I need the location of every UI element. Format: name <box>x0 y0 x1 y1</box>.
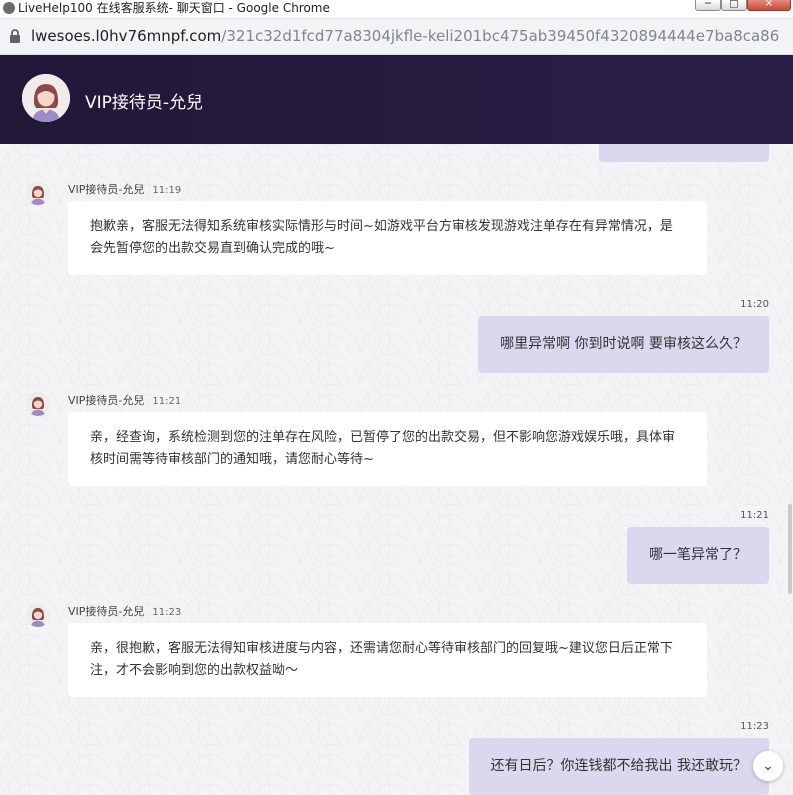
agent-avatar <box>26 603 50 627</box>
avatar-icon <box>22 74 70 122</box>
previous-user-bubble <box>599 144 769 162</box>
chevron-down-icon: ⌄ <box>762 758 774 774</box>
scrollbar[interactable] <box>787 144 793 795</box>
user-message-bubble: 哪里异常啊 你到时说啊 要审核这么久？ <box>478 316 769 373</box>
message-time: 11:21 <box>152 396 182 407</box>
sender-name: VIP接待员-允兒 <box>68 394 145 407</box>
message-time: 11:19 <box>152 185 182 196</box>
window-title: LiveHelp100 在线客服系统- 聊天窗口 - Google Chrome <box>18 1 330 15</box>
address-bar[interactable]: lwesoes.l0hv76mnpf.com/321c32d1fcd77a830… <box>0 19 793 55</box>
agent-avatar <box>26 181 50 205</box>
agent-avatar <box>26 392 50 416</box>
minimize-icon: ─ <box>704 0 712 10</box>
avatar-icon <box>26 392 50 416</box>
user-message-bubble: 还有日后？你连钱都不给我出 我还敢玩？ <box>468 738 769 795</box>
app-icon <box>3 2 15 14</box>
sender-name: VIP接待员-允兒 <box>68 605 145 618</box>
lock-icon <box>10 29 20 43</box>
scrollbar-thumb[interactable] <box>788 504 792 594</box>
chat-header: VIP接待员-允兒 <box>0 55 793 144</box>
window-titlebar: LiveHelp100 在线客服系统- 聊天窗口 - Google Chrome… <box>0 0 793 19</box>
agent-message-bubble: 亲，很抱歉，客服无法得知审核进度与内容，还需请您耐心等待审核部门的回复哦~建议您… <box>68 623 707 697</box>
message-time: 11:23 <box>740 721 769 732</box>
message-time: 11:21 <box>740 510 769 521</box>
maximize-icon: □ <box>729 0 739 10</box>
agent-title: VIP接待员-允兒 <box>85 93 204 113</box>
sender-name: VIP接待员-允兒 <box>68 183 145 196</box>
chat-messages[interactable]: VIP接待员-允兒 11:19 抱歉亲，客服无法得知系统审核实际情形与时间~如游戏… <box>0 144 793 795</box>
message-meta: VIP接待员-允兒 11:19 <box>68 181 181 198</box>
maximize-button[interactable]: □ <box>721 0 747 11</box>
close-icon: ✕ <box>764 0 774 10</box>
agent-avatar <box>22 74 70 122</box>
scroll-to-bottom-button[interactable]: ⌄ <box>753 751 783 781</box>
message-time: 11:20 <box>740 299 769 310</box>
avatar-icon <box>26 181 50 205</box>
avatar-icon <box>26 603 50 627</box>
agent-message-bubble: 抱歉亲，客服无法得知系统审核实际情形与时间~如游戏平台方审核发现游戏注单存在有异… <box>68 201 707 275</box>
url-text[interactable]: lwesoes.l0hv76mnpf.com/321c32d1fcd77a830… <box>31 27 781 45</box>
message-meta: VIP接待员-允兒 11:21 <box>68 392 181 409</box>
url-path: /321c32d1fcd77a8304jkfle-keli201bc475ab3… <box>221 27 781 45</box>
agent-message-bubble: 亲，经查询，系统检测到您的注单存在风险，已暂停了您的出款交易，但不影响您游戏娱乐… <box>68 412 707 486</box>
close-button[interactable]: ✕ <box>747 0 791 11</box>
message-time: 11:23 <box>152 607 182 618</box>
url-host: lwesoes.l0hv76mnpf.com <box>31 27 222 45</box>
message-meta: VIP接待员-允兒 11:23 <box>68 603 181 620</box>
minimize-button[interactable]: ─ <box>695 0 721 11</box>
user-message-bubble: 哪一笔异常了？ <box>627 527 769 584</box>
